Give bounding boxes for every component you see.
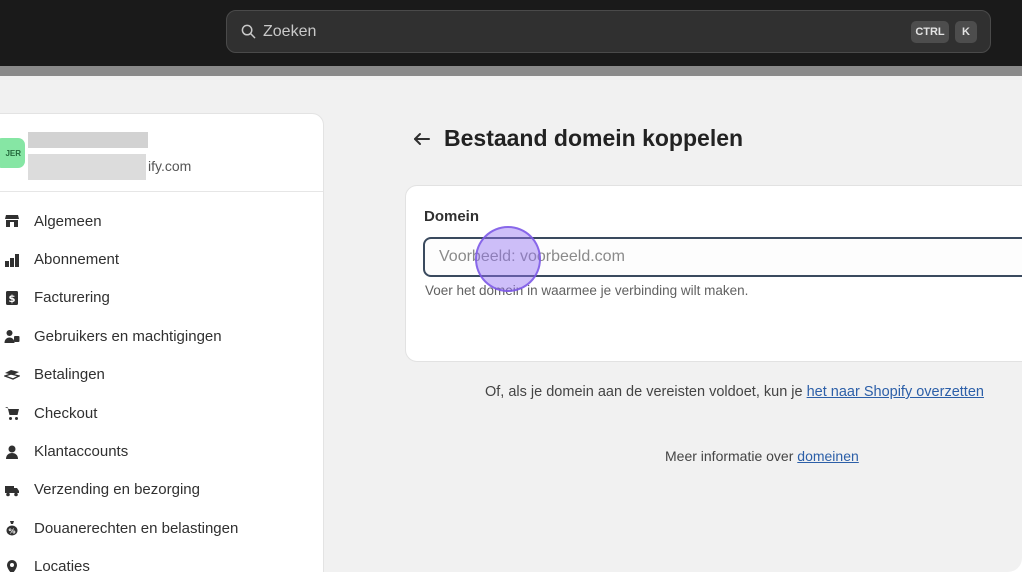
sidebar-item-betalingen[interactable]: Betalingen <box>0 356 323 394</box>
sidebar-item-label: Facturering <box>34 289 110 307</box>
sidebar-item-abonnement[interactable]: Abonnement <box>0 240 323 278</box>
payments-icon <box>3 366 21 384</box>
domain-field-label: Domein <box>424 208 480 225</box>
cart-icon <box>3 404 21 422</box>
click-indicator <box>475 226 541 292</box>
settings-nav: Algemeen Abonnement $ Facturering Gebrui… <box>0 202 323 572</box>
sidebar-item-label: Gebruikers en machtigingen <box>34 327 222 345</box>
sidebar-item-checkout[interactable]: Checkout <box>0 394 323 432</box>
topbar-divider <box>0 66 1022 76</box>
sidebar-item-klantaccounts[interactable]: Klantaccounts <box>0 432 323 470</box>
redacted-store-url <box>28 154 146 180</box>
transfer-hint: Of, als je domein aan de vereisten voldo… <box>485 384 984 400</box>
page-title: Bestaand domein koppelen <box>444 125 744 151</box>
redacted-store-name <box>28 132 148 148</box>
billing-icon: $ <box>3 289 21 307</box>
search-bar[interactable]: Zoeken CTRL K <box>226 10 991 53</box>
domain-info: Meer informatie over domeinen <box>665 448 859 464</box>
search-placeholder: Zoeken <box>263 22 317 40</box>
domain-help-text: Voer het domein in waarmee je verbinding… <box>425 283 749 298</box>
sidebar-item-label: Locaties <box>34 558 90 572</box>
sidebar-item-label: Klantaccounts <box>34 443 129 461</box>
tax-icon: % <box>3 519 21 537</box>
sidebar-item-label: Algemeen <box>34 212 102 230</box>
search-icon <box>241 24 256 39</box>
transfer-link[interactable]: het naar Shopify overzetten <box>807 384 984 400</box>
sidebar-item-facturering[interactable]: $ Facturering <box>0 279 323 317</box>
users-icon <box>3 327 21 345</box>
transfer-hint-text: Of, als je domein aan de vereisten voldo… <box>485 384 807 400</box>
app-window: Zoeken CTRL K JER ify.com Algemeen Abonn… <box>0 0 1022 572</box>
back-arrow-icon[interactable] <box>412 129 432 149</box>
sidebar-item-label: Douanerechten en belastingen <box>34 519 239 537</box>
store-avatar: JER <box>0 138 25 168</box>
sidebar-item-verzending[interactable]: Verzending en bezorging <box>0 471 323 509</box>
sidebar-item-gebruikers[interactable]: Gebruikers en machtigingen <box>0 317 323 355</box>
svg-text:%: % <box>8 528 15 536</box>
domain-info-text: Meer informatie over <box>665 448 798 464</box>
sidebar-item-label: Abonnement <box>34 251 120 269</box>
top-bar: Zoeken CTRL K <box>0 0 1022 66</box>
location-icon <box>3 558 21 572</box>
store-header[interactable]: JER ify.com <box>0 114 323 192</box>
domains-link[interactable]: domeinen <box>797 448 859 464</box>
sidebar-item-label: Verzending en bezorging <box>34 481 200 499</box>
sidebar-item-douanerechten[interactable]: % Douanerechten en belastingen <box>0 509 323 547</box>
shortcut-ctrl-key: CTRL <box>911 21 949 43</box>
person-icon <box>3 443 21 461</box>
store-icon <box>3 212 21 230</box>
plan-icon <box>3 251 21 269</box>
sidebar-item-algemeen[interactable]: Algemeen <box>0 202 323 240</box>
sidebar-item-label: Checkout <box>34 404 98 422</box>
sidebar-item-locaties[interactable]: Locaties <box>0 548 323 572</box>
settings-sidebar: JER ify.com Algemeen Abonnement $ Factur… <box>0 113 324 572</box>
svg-text:$: $ <box>9 294 16 305</box>
page-header: Bestaand domein koppelen <box>412 125 743 152</box>
truck-icon <box>3 481 21 499</box>
shortcut-k-key: K <box>955 21 977 43</box>
store-domain: ify.com <box>148 158 192 174</box>
sidebar-item-label: Betalingen <box>34 366 105 384</box>
